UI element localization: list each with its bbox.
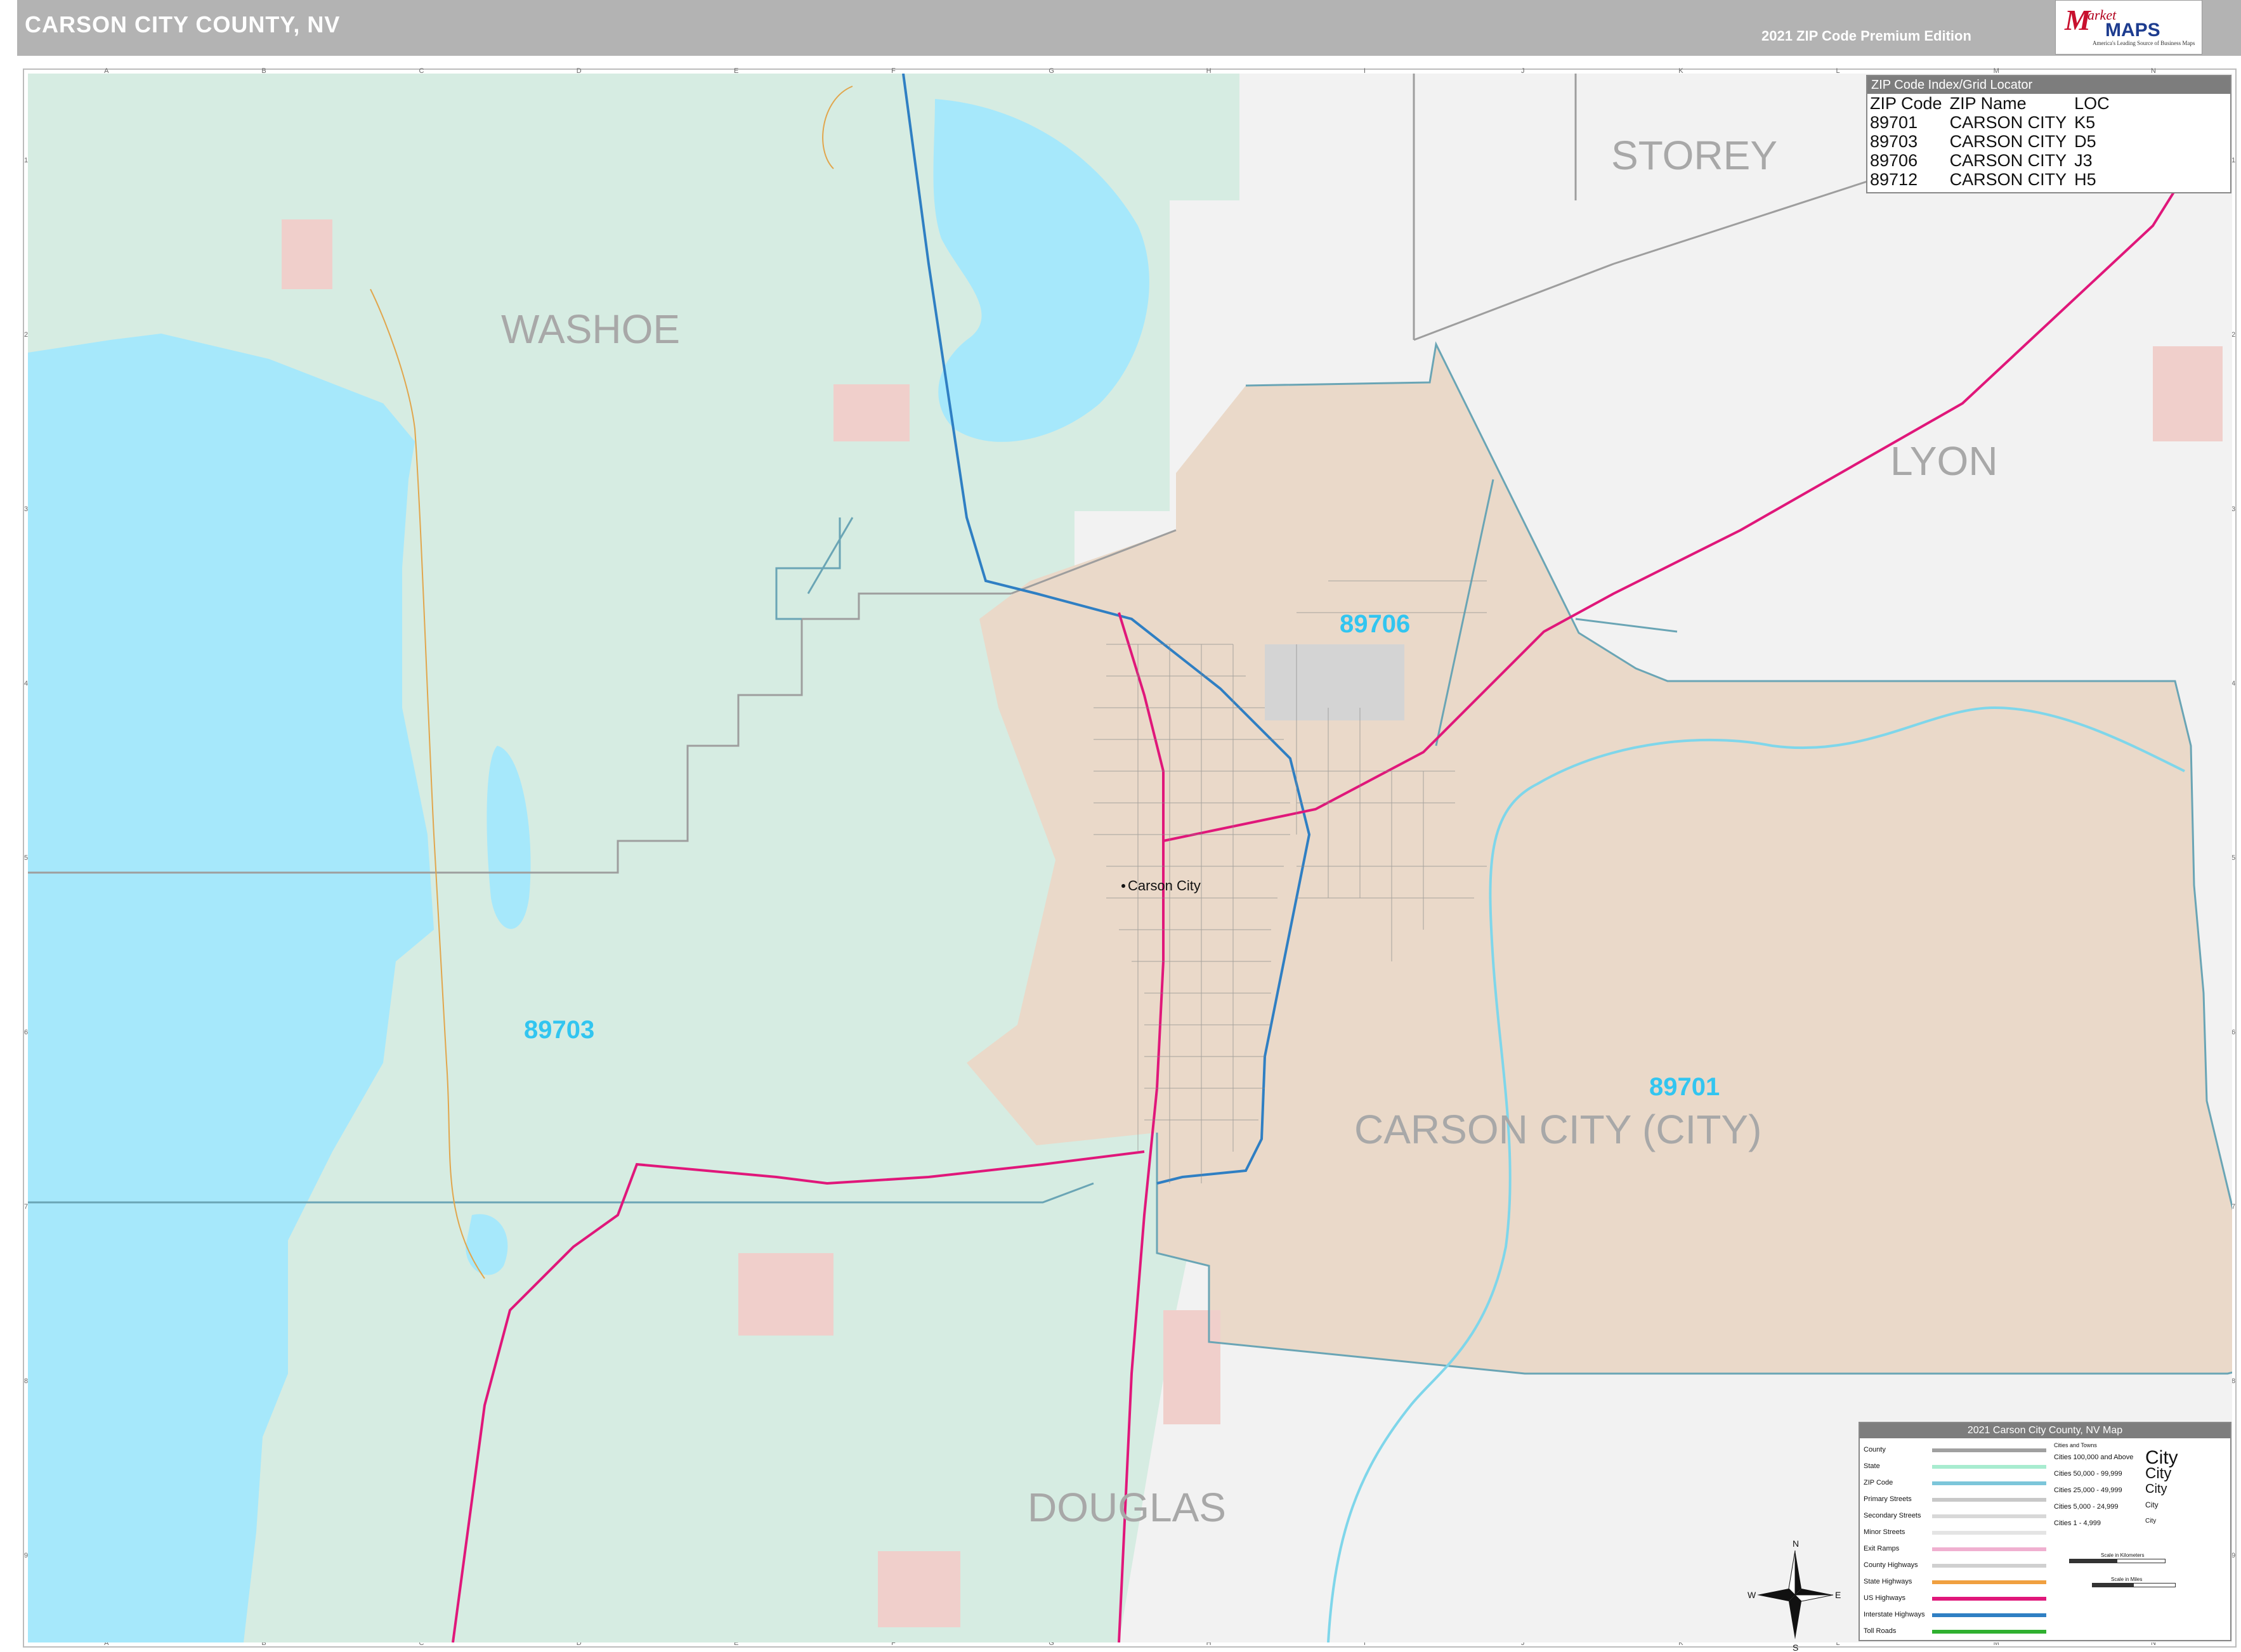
- zip-index-header: LOC: [2074, 94, 2110, 113]
- zip-code-cell: 89701: [1870, 113, 1918, 132]
- compass-n: N: [1793, 1538, 1799, 1549]
- market-maps-logo[interactable]: M arket MAPS America's Leading Source of…: [2055, 0, 2202, 55]
- zip-index-row[interactable]: 89706 CARSON CITY J3: [1870, 151, 2117, 170]
- logo-m-letter: M: [2065, 4, 2091, 36]
- park-area: [1163, 1310, 1220, 1424]
- legend-swatch: [1932, 1597, 2046, 1601]
- city-label-carson-city[interactable]: Carson City: [1128, 878, 1201, 894]
- scale-bar-mi: [2092, 1583, 2176, 1587]
- zip-label-89703[interactable]: 89703: [524, 1016, 594, 1044]
- zip-loc-cell: K5: [2074, 113, 2096, 132]
- zip-name-cell: CARSON CITY: [1949, 170, 2067, 189]
- legend-swatch: [1932, 1448, 2046, 1452]
- zip-index-title: ZIP Code Index/Grid Locator: [1867, 76, 2230, 94]
- zip-index-header-row: ZIP Code ZIP Name LOC: [1870, 94, 2117, 113]
- legend-city-sample: City: [2145, 1517, 2157, 1525]
- park-area: [738, 1253, 833, 1336]
- zip-index-row[interactable]: 89712 CARSON CITY H5: [1870, 170, 2117, 189]
- legend-swatch: [1932, 1547, 2046, 1551]
- zip-index-header: ZIP Name: [1949, 94, 2027, 113]
- legend-swatch: [1932, 1465, 2046, 1469]
- header-bar: CARSON CITY COUNTY, NV 2021 ZIP Code Pre…: [17, 0, 2241, 56]
- logo-maps-text: MAPS: [2105, 20, 2160, 41]
- zip-index-box: ZIP Code Index/Grid Locator ZIP Code ZIP…: [1866, 75, 2231, 193]
- county-label-douglas: DOUGLAS: [1028, 1485, 1226, 1530]
- zip-code-cell: 89706: [1870, 151, 1918, 170]
- zip-code-cell: 89712: [1870, 170, 1918, 189]
- legend-swatch: [1932, 1564, 2046, 1568]
- legend-city-class-label: Cities 5,000 - 24,999: [2054, 1503, 2119, 1511]
- legend-cities-heading: Cities and Towns: [2054, 1442, 2097, 1448]
- compass-w: W: [1748, 1590, 1756, 1600]
- park-area: [878, 1551, 960, 1627]
- park-area: [833, 384, 910, 441]
- legend-row-label: US Highways: [1864, 1594, 1906, 1602]
- legend-row-label: Toll Roads: [1864, 1627, 1897, 1635]
- legend-swatch: [1932, 1514, 2046, 1518]
- legend-row-label: State Highways: [1864, 1578, 1912, 1585]
- zip-index-header: ZIP Code: [1870, 94, 1942, 113]
- compass-rose-icon: N S W E: [1748, 1538, 1841, 1652]
- zip-name-cell: CARSON CITY: [1949, 132, 2067, 151]
- park-area: [282, 219, 332, 289]
- county-label-washoe: WASHOE: [501, 306, 681, 352]
- legend-city-sample: City: [2145, 1465, 2172, 1482]
- map-legend: 2021 Carson City County, NV Map Cities a…: [1859, 1422, 2231, 1641]
- legend-city-class-label: Cities 100,000 and Above: [2054, 1454, 2134, 1461]
- legend-title: 2021 Carson City County, NV Map: [1860, 1423, 2230, 1438]
- legend-swatch: [1932, 1531, 2046, 1535]
- zip-loc-cell: D5: [2074, 132, 2096, 151]
- legend-row-label: Interstate Highways: [1864, 1611, 1925, 1618]
- legend-swatch: [1932, 1481, 2046, 1485]
- legend-city-class-label: Cities 25,000 - 49,999: [2054, 1486, 2122, 1494]
- legend-city-class-label: Cities 50,000 - 99,999: [2054, 1470, 2122, 1478]
- county-label-carson-city: CARSON CITY (CITY): [1354, 1107, 1762, 1152]
- zip-name-cell: CARSON CITY: [1949, 113, 2067, 132]
- scale-km-label: Scale in Kilometers: [2101, 1552, 2145, 1558]
- zip-index-table: ZIP Code ZIP Name LOC 89701 CARSON CITY …: [1870, 94, 2117, 189]
- edition-label: 2021 ZIP Code Premium Edition: [1761, 28, 1971, 44]
- zip-code-cell: 89703: [1870, 132, 1918, 151]
- map-title: CARSON CITY COUNTY, NV: [25, 11, 341, 37]
- county-label-lyon: LYON: [1890, 438, 1998, 484]
- map-canvas[interactable]: [28, 74, 2232, 1642]
- legend-row-label: ZIP Code: [1864, 1479, 1893, 1486]
- zip-index-row[interactable]: 89703 CARSON CITY D5: [1870, 132, 2117, 151]
- zip-index-row[interactable]: 89701 CARSON CITY K5: [1870, 113, 2117, 132]
- zip-label-89706[interactable]: 89706: [1340, 610, 1410, 639]
- scale-bar-km: [2069, 1559, 2166, 1563]
- legend-row-label: County Highways: [1864, 1561, 1918, 1569]
- park-area: [2153, 346, 2223, 441]
- zip-loc-cell: H5: [2074, 170, 2096, 189]
- legend-row-label: County: [1864, 1446, 1886, 1454]
- zip-name-cell: CARSON CITY: [1949, 151, 2067, 170]
- zip-label-89701[interactable]: 89701: [1649, 1073, 1720, 1102]
- legend-swatch: [1932, 1580, 2046, 1584]
- compass-e: E: [1835, 1590, 1841, 1600]
- legend-row-label: Exit Ramps: [1864, 1545, 1900, 1552]
- zip-loc-cell: J3: [2074, 151, 2093, 170]
- legend-row-label: Primary Streets: [1864, 1495, 1912, 1503]
- scale-mi-label: Scale in Miles: [2111, 1577, 2143, 1582]
- logo-tagline: America's Leading Source of Business Map…: [2093, 40, 2195, 46]
- legend-city-class-label: Cities 1 - 4,999: [2054, 1519, 2101, 1527]
- legend-swatch: [1932, 1613, 2046, 1617]
- county-label-storey: STOREY: [1611, 133, 1777, 178]
- legend-row-label: Secondary Streets: [1864, 1512, 1921, 1519]
- legend-swatch: [1932, 1498, 2046, 1502]
- compass-s: S: [1793, 1642, 1798, 1652]
- legend-city-sample: City: [2145, 1500, 2159, 1509]
- legend-row-label: State: [1864, 1462, 1880, 1470]
- legend-swatch: [1932, 1630, 2046, 1634]
- airport: [1265, 644, 1404, 720]
- legend-row-label: Minor Streets: [1864, 1528, 1905, 1536]
- city-dot: [1121, 884, 1125, 888]
- legend-city-sample: City: [2145, 1482, 2167, 1497]
